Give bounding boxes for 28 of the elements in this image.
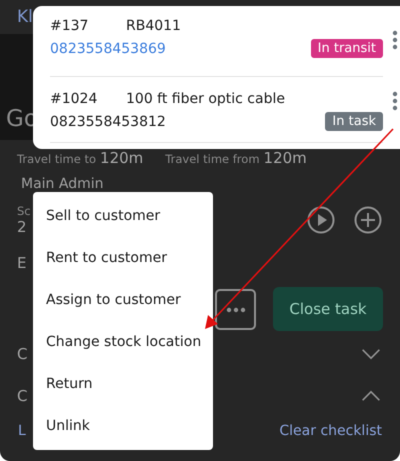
menu-item[interactable]: Unlink <box>33 405 213 447</box>
item-code: 0823558453812 <box>50 114 166 130</box>
travel-from-label: Travel time from <box>165 152 260 166</box>
status-badge: In transit <box>310 39 383 58</box>
schedule-value: 2 <box>17 218 27 236</box>
item-code-link[interactable]: 0823558453869 <box>50 40 166 56</box>
assignee-name: Main Admin <box>21 176 104 194</box>
load-checklist-link[interactable]: L <box>18 423 26 439</box>
item-name: RB4011 <box>126 18 181 34</box>
section-label: E <box>17 254 26 274</box>
travel-to-value: 120m <box>100 149 144 167</box>
item-name: 100 ft fiber optic cable <box>126 91 285 107</box>
section-title: C <box>17 387 28 405</box>
schedule-label: Sc <box>17 204 31 218</box>
menu-item[interactable]: Change stock location <box>33 321 213 363</box>
menu-item[interactable]: Assign to customer <box>33 279 213 321</box>
item-number: #137 <box>50 18 90 34</box>
status-badge: In task <box>325 112 383 131</box>
header-title: Kl <box>17 7 33 27</box>
menu-item[interactable]: Return <box>33 363 213 405</box>
item-number: #1024 <box>50 91 98 107</box>
menu-item[interactable]: Rent to customer <box>33 237 213 279</box>
clear-checklist-link[interactable]: Clear checklist <box>279 423 382 439</box>
section-title: C <box>17 345 28 363</box>
close-task-button[interactable]: Close task <box>273 287 383 331</box>
travel-to-label: Travel time to <box>17 152 96 166</box>
menu-item[interactable]: Sell to customer <box>33 195 213 237</box>
travel-from-value: 120m <box>264 149 307 167</box>
